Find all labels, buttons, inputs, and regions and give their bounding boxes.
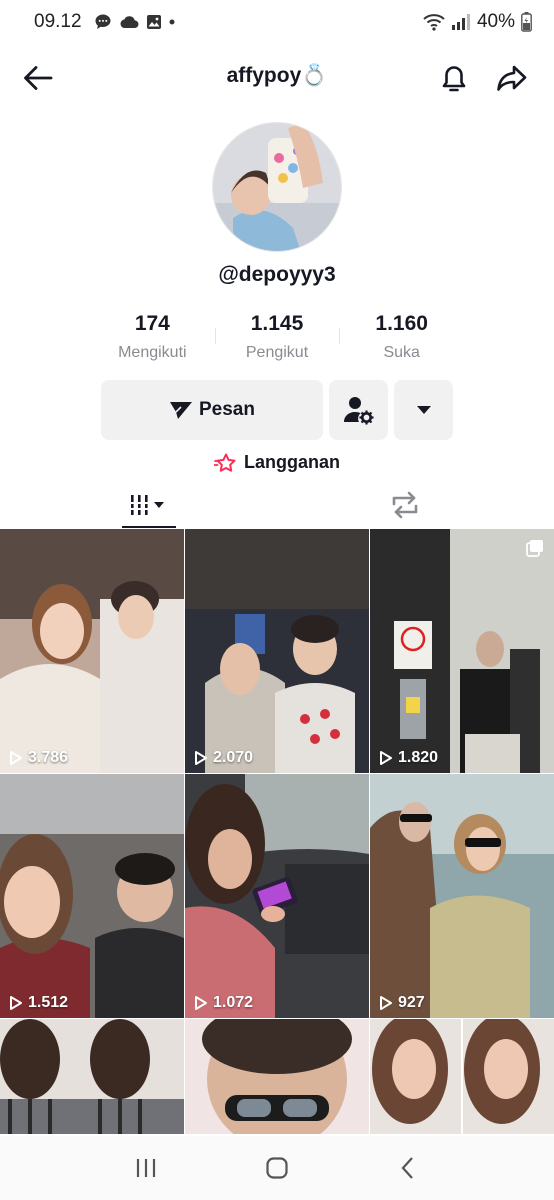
grid-bars-icon bbox=[130, 495, 164, 515]
notifications-button[interactable] bbox=[434, 58, 474, 98]
bell-icon bbox=[442, 66, 466, 92]
play-icon bbox=[195, 996, 207, 1010]
recent-apps-icon bbox=[136, 1159, 155, 1177]
username-handle: @depoyyy3 bbox=[218, 263, 336, 286]
video-thumbnail-image bbox=[185, 529, 369, 773]
gallery-icon bbox=[146, 15, 161, 29]
more-options-dropdown[interactable] bbox=[394, 380, 453, 440]
home-icon bbox=[266, 1157, 288, 1179]
message-button-label: Pesan bbox=[199, 399, 255, 420]
wifi-icon bbox=[423, 14, 445, 31]
video-thumbnail[interactable]: 2.070 bbox=[185, 529, 369, 773]
video-thumbnail-image bbox=[370, 774, 554, 1018]
active-tab-indicator bbox=[122, 526, 176, 528]
stat-likes-label: Suka bbox=[383, 344, 420, 361]
play-icon bbox=[195, 751, 207, 765]
signal-icon bbox=[451, 14, 470, 30]
home-button[interactable] bbox=[255, 1146, 299, 1190]
video-thumbnail[interactable]: 3.786 bbox=[0, 529, 184, 773]
send-icon bbox=[170, 402, 192, 419]
profile-actions: Pesan bbox=[101, 380, 453, 440]
video-thumbnail-image bbox=[185, 774, 369, 1018]
battery-percent: 40% bbox=[476, 11, 515, 32]
tab-videos[interactable] bbox=[122, 482, 176, 528]
stat-followers[interactable]: 1.145 Pengikut bbox=[214, 312, 340, 368]
play-icon bbox=[380, 751, 392, 765]
stats-row: 174 Mengikuti 1.145 Pengikut 1.160 Suka bbox=[90, 312, 464, 368]
status-bar: 09.12 40% bbox=[0, 0, 554, 44]
multi-photo-icon bbox=[526, 540, 543, 557]
stat-likes[interactable]: 1.160 Suka bbox=[339, 312, 464, 368]
caret-down-icon bbox=[416, 406, 431, 414]
system-nav-bar bbox=[0, 1136, 554, 1200]
video-thumbnail[interactable]: 927 bbox=[370, 774, 554, 1018]
video-grid: 3.786 2.070 1.820 1.512 1.072 927 bbox=[0, 529, 554, 1134]
user-settings-icon bbox=[343, 397, 373, 425]
avatar[interactable] bbox=[212, 122, 342, 252]
play-icon bbox=[10, 751, 22, 765]
system-back-button[interactable] bbox=[386, 1146, 430, 1190]
video-thumbnail-image bbox=[0, 1019, 184, 1134]
view-count: 3.786 bbox=[9, 749, 68, 767]
stat-following-label: Mengikuti bbox=[118, 344, 187, 361]
content-tabs bbox=[0, 482, 554, 528]
video-thumbnail[interactable]: 1.072 bbox=[185, 774, 369, 1018]
chat-icon bbox=[95, 14, 111, 29]
repost-icon bbox=[392, 491, 418, 519]
video-thumbnail[interactable] bbox=[185, 1019, 369, 1134]
battery-icon bbox=[521, 12, 532, 32]
stat-following[interactable]: 174 Mengikuti bbox=[90, 312, 215, 368]
share-button[interactable] bbox=[492, 58, 532, 98]
stat-followers-label: Pengikut bbox=[245, 344, 309, 361]
stat-likes-count: 1.160 bbox=[375, 312, 428, 335]
video-thumbnail[interactable]: 1.512 bbox=[0, 774, 184, 1018]
stat-following-count: 174 bbox=[134, 312, 170, 335]
video-thumbnail-image bbox=[185, 1019, 369, 1134]
share-arrow-icon bbox=[497, 65, 527, 91]
play-icon bbox=[380, 996, 392, 1010]
view-count: 1.072 bbox=[194, 994, 253, 1012]
star-badge-icon bbox=[213, 453, 236, 472]
video-thumbnail[interactable]: 1.820 bbox=[370, 529, 554, 773]
tab-reposts[interactable] bbox=[378, 482, 432, 528]
status-time: 09.12 bbox=[34, 11, 82, 32]
dot-icon bbox=[169, 19, 175, 25]
chevron-left-icon bbox=[401, 1157, 414, 1179]
subscription-link[interactable]: Langganan bbox=[0, 452, 554, 473]
avatar-photo bbox=[213, 123, 341, 251]
video-thumbnail-image bbox=[370, 529, 554, 773]
video-thumbnail-image bbox=[0, 529, 184, 773]
video-thumbnail[interactable] bbox=[0, 1019, 184, 1134]
top-nav: affypoy💍 bbox=[0, 52, 554, 102]
view-count: 1.512 bbox=[9, 994, 68, 1012]
recent-apps-button[interactable] bbox=[124, 1146, 168, 1190]
view-count: 2.070 bbox=[194, 749, 253, 767]
subscription-label: Langganan bbox=[243, 452, 340, 472]
follow-settings-button[interactable] bbox=[329, 380, 388, 440]
cloud-icon bbox=[120, 16, 138, 29]
video-thumbnail-image bbox=[0, 774, 184, 1018]
video-thumbnail-image bbox=[370, 1019, 554, 1134]
video-thumbnail[interactable] bbox=[370, 1019, 554, 1134]
play-icon bbox=[10, 996, 22, 1010]
stat-followers-count: 1.145 bbox=[250, 312, 304, 335]
message-button[interactable]: Pesan bbox=[101, 380, 323, 440]
view-count: 1.820 bbox=[379, 749, 438, 767]
view-count: 927 bbox=[379, 994, 425, 1012]
